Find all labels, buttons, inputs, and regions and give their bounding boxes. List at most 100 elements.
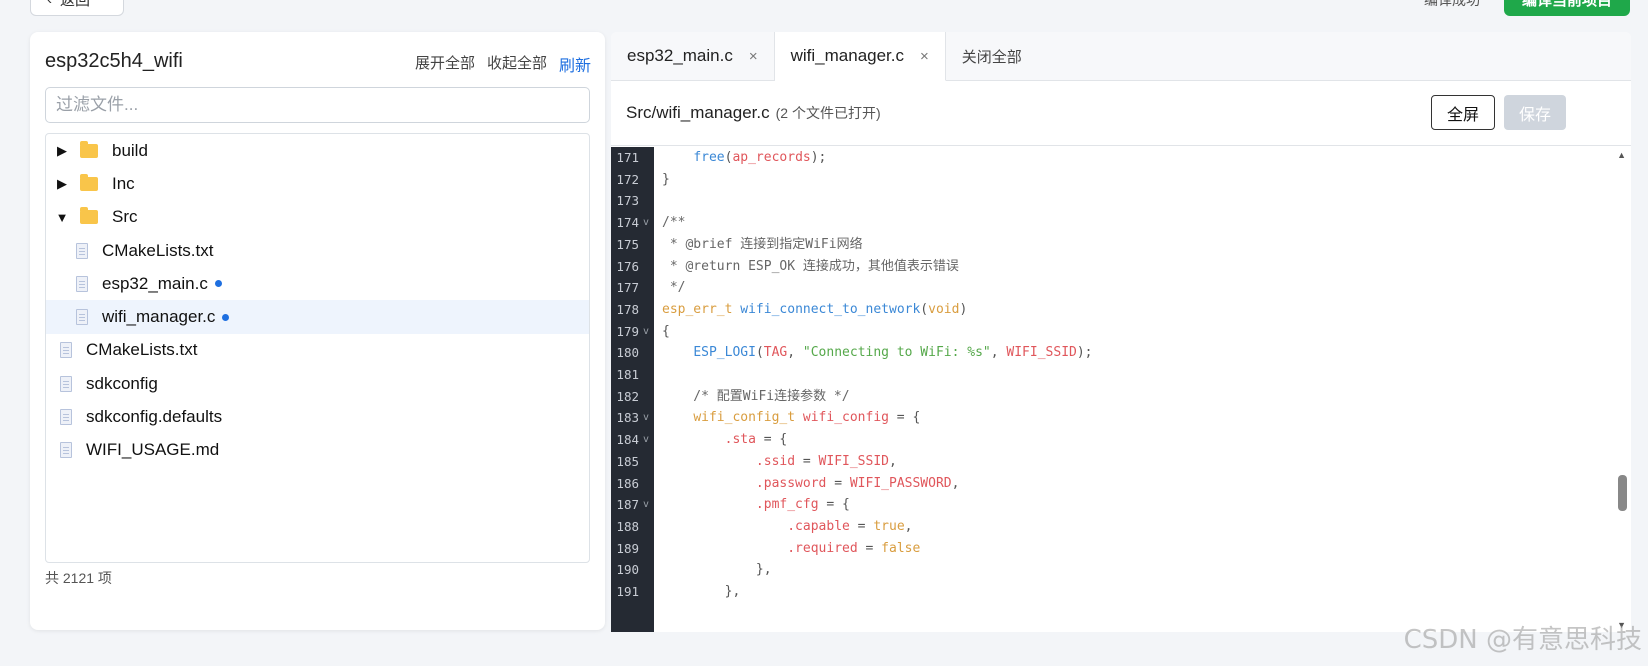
line-number: 189 [616,540,639,556]
save-button[interactable]: 保存 [1504,95,1566,130]
back-label: 返回 [60,0,91,9]
fullscreen-button[interactable]: 全屏 [1431,95,1495,130]
line-number: 181 [616,367,639,382]
code-token: .required [787,540,858,556]
file-icon [76,242,88,259]
tree-item-label: WIFI_USAGE.md [86,440,220,460]
code-line: 187 v .pmf_cfg = { [611,494,1611,516]
code-token: "Connecting to WiFi: %s" [802,345,991,361]
fold-chevron-icon[interactable]: v [643,407,649,429]
line-number: 177 [616,280,639,296]
code-token: , [787,345,803,361]
item-count: 共 2121 项 [45,570,112,586]
tree-item[interactable]: esp32_main.c [46,267,589,300]
tree-item[interactable]: WIFI_USAGE.md [46,434,589,467]
line-number: 184 [616,432,639,448]
tree-item-label: CMakeLists.txt [102,240,214,260]
back-button[interactable]: ‹ 返回 [30,0,124,16]
tab-wifi-manager-c[interactable]: wifi_manager.c × [774,32,946,81]
code-text: ESP_LOGI(TAG, "Connecting to WiFi: %s", … [662,342,1092,364]
line-number: 172 [616,171,639,187]
code-token: = [857,540,882,556]
code-token: .ssid [755,453,796,469]
code-text: .ssid = WIFI_SSID, [662,451,897,473]
caret-right-icon[interactable]: ▶ [54,176,70,192]
close-icon[interactable]: × [749,48,758,65]
code-token: { [662,323,670,339]
filter-files-input[interactable] [45,87,590,123]
code-token: = { [888,410,921,426]
line-number: 174 [616,215,639,231]
tree-item[interactable]: ▶ build [46,134,589,167]
line-number: 188 [616,518,639,534]
caret-down-icon[interactable]: ▼ [54,210,70,225]
code-token: .capable [787,518,850,534]
code-line: 185 .ssid = WIFI_SSID, [611,451,1611,473]
code-text: */ [662,277,686,299]
expand-all-button[interactable]: 展开全部 [415,52,475,76]
tree-item-label: Inc [112,173,135,193]
code-line: 173 [611,190,1611,212]
fold-chevron-icon[interactable]: v [643,494,649,516]
refresh-button[interactable]: 刷新 [559,52,591,76]
close-all-button[interactable]: 关闭全部 [946,32,1038,80]
code-line: 189 .required = false [611,538,1611,560]
line-number: 180 [616,345,639,361]
close-icon[interactable]: × [920,48,929,65]
tree-item[interactable]: wifi_manager.c [46,300,589,334]
line-number: 191 [616,584,639,599]
watermark: CSDN @有意思科技 [1403,625,1642,655]
code-text: * @brief 连接到指定WiFi网络 [662,234,863,256]
code-line: 175 * @brief 连接到指定WiFi网络 [611,234,1611,256]
code-line: 188 .capable = true, [611,516,1611,538]
caret-right-icon[interactable]: ▶ [54,143,70,159]
file-path-label: Src/wifi_manager.c (2 个文件已打开) [626,103,881,123]
code-token: false [881,540,921,556]
scrollbar-thumb[interactable] [1618,475,1627,511]
code-token: = [826,475,850,491]
code-token: = { [755,432,788,448]
code-line: 179 v { [611,321,1611,343]
code-token: , [951,475,960,491]
editor-scrollbar[interactable]: ▲ ▼ [1613,147,1631,632]
tree-item[interactable]: CMakeLists.txt [46,334,589,367]
tab-esp32-main-c[interactable]: esp32_main.c × [611,32,775,80]
code-token: ) [959,301,968,317]
code-text: .password = WIFI_PASSWORD, [662,473,960,495]
code-token: wifi_connect_to_network [740,301,921,317]
code-text: { [662,321,670,343]
code-editor[interactable]: 171 free(ap_records); 172} 173 174 v/** 175 *… [611,147,1631,632]
line-number: 171 [616,150,639,165]
collapse-all-button[interactable]: 收起全部 [487,52,547,76]
compile-button[interactable]: 编译当前项目 [1503,0,1630,16]
line-number: 182 [616,388,639,404]
file-icon [76,309,88,326]
tree-item[interactable]: sdkconfig.defaults [46,400,589,433]
editor-panel: esp32_main.c × wifi_manager.c × 关闭全部 Src/wif… [611,32,1631,632]
code-token: ( [920,301,929,317]
tree-item[interactable]: sdkconfig [46,367,589,400]
fold-chevron-icon[interactable]: v [643,212,649,234]
fold-chevron-icon[interactable]: v [643,429,649,451]
fold-chevron-icon[interactable]: v [643,321,649,343]
tree-item[interactable]: ▼ Src [46,201,589,234]
tree-item[interactable]: ▶ Inc [46,167,589,200]
code-token: .sta [724,432,756,448]
tab-label: wifi_manager.c [790,46,904,65]
line-number: 183 [616,410,639,426]
tab-label: esp32_main.c [627,46,733,65]
scroll-up-icon[interactable]: ▲ [1617,150,1626,160]
code-token: * @brief 连接到指定WiFi网络 [662,236,863,252]
code-line: 181 [611,364,1611,386]
code-token: * @return ESP_OK 连接成功，其他值表示错误 [662,258,959,274]
code-token: , [904,518,913,534]
code-line: 177 */ [611,277,1611,299]
compile-status-text: 编译成功 [1424,0,1480,8]
code-text: .capable = true, [662,516,912,538]
tree-item[interactable]: CMakeLists.txt [46,234,589,267]
